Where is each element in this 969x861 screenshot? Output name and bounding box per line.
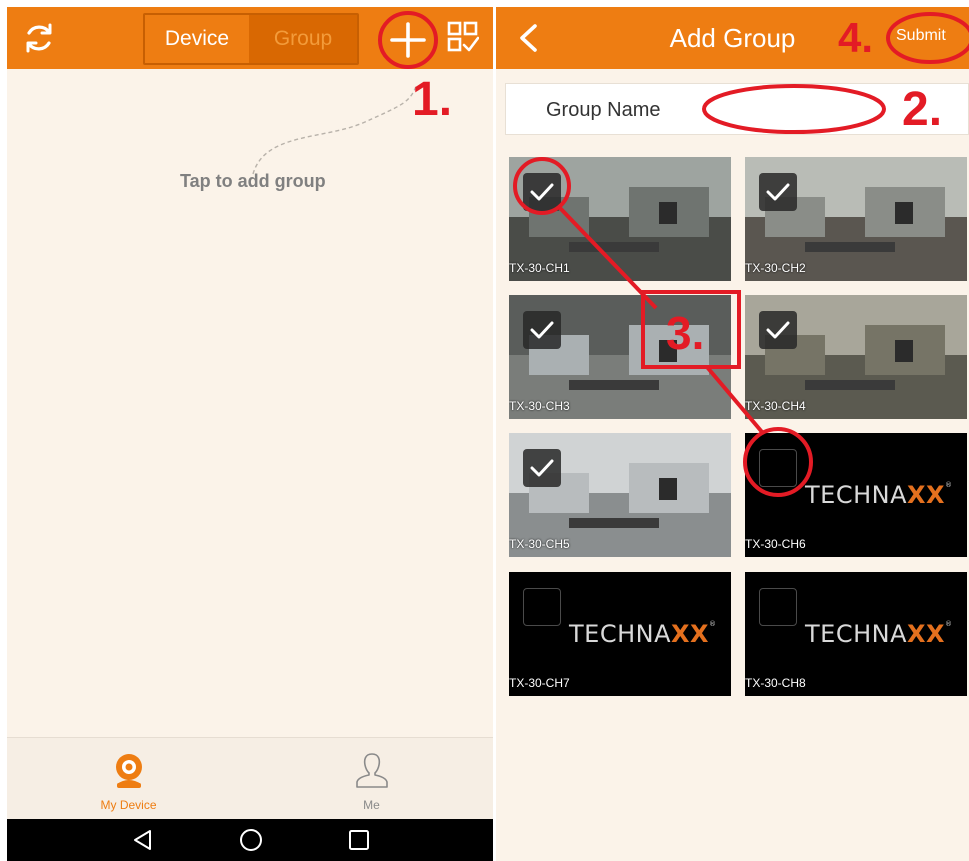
top-bar: Device Group [7, 7, 493, 69]
device-group-switch: Device Group [143, 13, 359, 65]
camera-label: TX-30-CH8 [745, 676, 806, 690]
bottom-tab-bar: My Device Me [7, 737, 493, 819]
top-bar: Add Group Submit [496, 7, 969, 69]
checkmark-icon [530, 459, 554, 477]
camera-tile[interactable]: TECHNAXX® TX-30-CH6 [745, 433, 967, 557]
group-list-screen: Device Group Tap to add group My Device … [7, 7, 493, 861]
add-group-screen: Add Group Submit Group Name TX-30-CH1 TX-… [496, 7, 969, 861]
tab-device[interactable]: Device [145, 15, 249, 63]
camera-label: TX-30-CH7 [509, 676, 570, 690]
tab-my-device[interactable]: My Device [7, 738, 250, 820]
camera-label: TX-30-CH1 [509, 261, 570, 275]
checkbox-checked[interactable] [759, 311, 797, 349]
technaxx-logo: TECHNAXX® [569, 620, 717, 648]
camera-tile[interactable]: TX-30-CH5 [509, 433, 731, 557]
back-triangle-icon[interactable] [131, 828, 155, 852]
tab-me[interactable]: Me [250, 738, 493, 820]
camera-tile[interactable]: TECHNAXX® TX-30-CH7 [509, 572, 731, 696]
technaxx-logo: TECHNAXX® [805, 481, 953, 509]
hint-dashed-arrow [252, 83, 418, 175]
annotation-step-4: 4. [838, 14, 874, 61]
qr-scan-icon[interactable] [447, 21, 479, 53]
logo-mark: ® [709, 620, 717, 628]
technaxx-logo: TECHNAXX® [805, 620, 953, 648]
checkmark-icon [530, 321, 554, 339]
submit-button[interactable]: Submit [896, 27, 946, 45]
home-circle-icon[interactable] [239, 828, 263, 852]
camera-tile[interactable]: TX-30-CH1 [509, 157, 731, 281]
logo-text: TECHNA [805, 620, 907, 648]
logo-accent: XX [671, 620, 710, 648]
camera-label: TX-30-CH2 [745, 261, 806, 275]
tab-label-my-device: My Device [100, 798, 157, 812]
annotation-step-2: 2. [902, 83, 943, 136]
screenshot-frame: Device Group Tap to add group My Device … [0, 0, 969, 861]
checkbox-unchecked[interactable] [759, 588, 797, 626]
camera-tile[interactable]: TECHNAXX® TX-30-CH8 [745, 572, 967, 696]
empty-state-hint: Tap to add group [180, 171, 326, 191]
camera-label: TX-30-CH5 [509, 537, 570, 551]
logo-accent: XX [907, 620, 946, 648]
person-icon [356, 753, 388, 788]
annotation-step-1: 1. [412, 73, 453, 126]
checkbox-checked[interactable] [523, 311, 561, 349]
logo-mark: ® [945, 620, 953, 628]
camera-tile[interactable]: TX-30-CH2 [745, 157, 967, 281]
checkmark-icon [766, 183, 790, 201]
plus-icon[interactable] [390, 22, 426, 58]
camera-label: TX-30-CH6 [745, 537, 806, 551]
camera-label: TX-30-CH4 [745, 399, 806, 413]
checkmark-icon [530, 183, 554, 201]
checkbox-checked[interactable] [759, 173, 797, 211]
checkbox-unchecked[interactable] [759, 449, 797, 487]
annotation-step-3: 3. [666, 307, 705, 359]
android-nav-bar [7, 819, 493, 861]
group-name-label: Group Name [546, 99, 661, 121]
group-name-row: Group Name [505, 83, 969, 135]
logo-text: TECHNA [805, 481, 907, 509]
checkmark-icon [766, 321, 790, 339]
refresh-icon[interactable] [22, 21, 56, 55]
checkbox-checked[interactable] [523, 449, 561, 487]
checkbox-unchecked[interactable] [523, 588, 561, 626]
logo-accent: XX [907, 481, 946, 509]
logo-text: TECHNA [569, 620, 671, 648]
tab-group[interactable]: Group [249, 15, 357, 63]
camera-label: TX-30-CH3 [509, 399, 570, 413]
recents-square-icon[interactable] [347, 828, 371, 852]
logo-mark: ® [945, 481, 953, 489]
camera-tile[interactable]: TX-30-CH4 [745, 295, 967, 419]
checkbox-checked[interactable] [523, 173, 561, 211]
camera-icon [116, 754, 142, 788]
tab-label-me: Me [363, 798, 380, 812]
